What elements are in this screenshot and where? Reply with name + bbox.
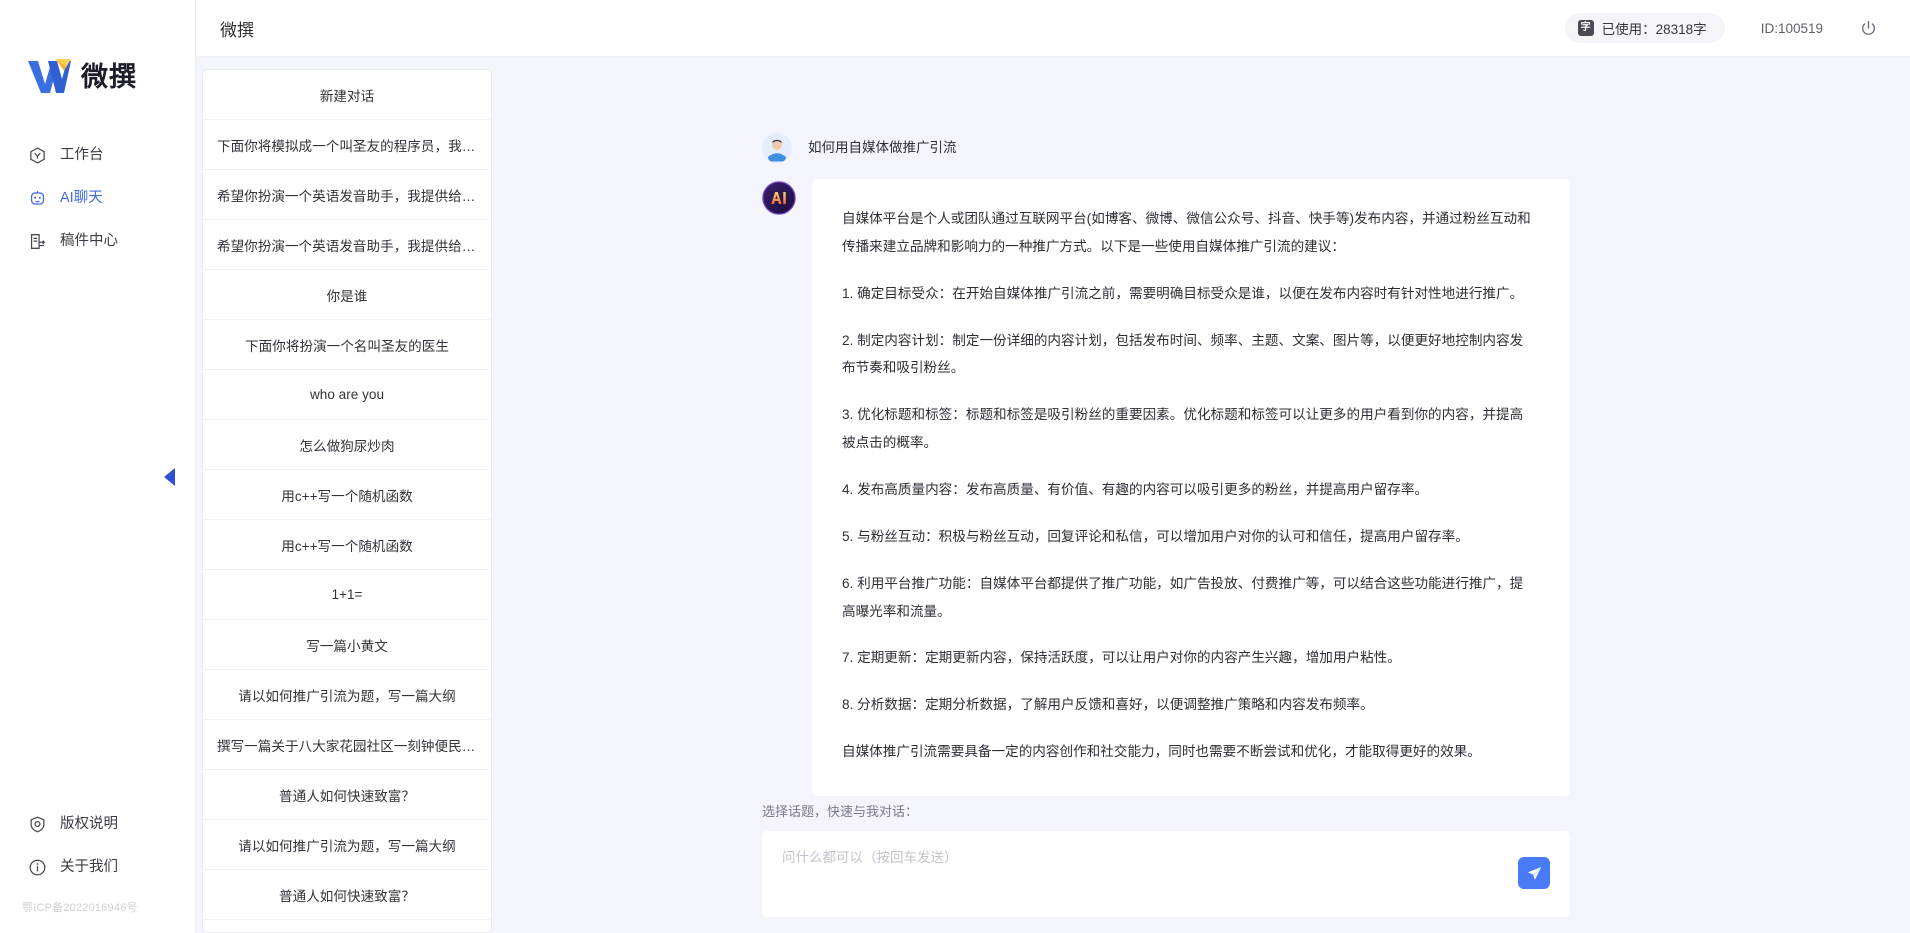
ai-paragraph: 5. 与粉丝互动：积极与粉丝互动，回复评论和私信，可以增加用户对你的认可和信任，… xyxy=(842,528,1469,544)
ai-paragraph: 8. 分析数据：定期分析数据，了解用户反馈和喜好，以便调整推广策略和内容发布频率… xyxy=(842,697,1374,713)
info-icon xyxy=(29,859,46,876)
conversation-item[interactable]: 写一篇小黄文 xyxy=(203,620,491,670)
conversation-item[interactable]: 用c++写一个随机函数 xyxy=(203,520,491,570)
conversation-item-label: 请以如何推广引流为题，写一篇大纲 xyxy=(238,688,456,704)
conversation-item-label: 怎么做狗尿炒肉 xyxy=(299,438,395,454)
sidebar-item-label: 版权说明 xyxy=(60,816,118,833)
conversation-item[interactable]: 希望你扮演一个英语发音助手，我提供给你... xyxy=(203,220,491,270)
workbench-icon xyxy=(30,147,45,164)
conversation-item-label: 下面你将扮演一个名叫圣友的医生 xyxy=(245,338,449,354)
message-input[interactable] xyxy=(782,847,1500,899)
conversation-item[interactable]: 希望你扮演一个英语发音助手，我提供给你... xyxy=(203,170,491,220)
sidebar-item-label: 工作台 xyxy=(60,147,104,164)
conversation-item-label: 撰写一篇关于八大家花园社区一刻钟便民生... xyxy=(217,738,477,754)
ai-message-bubble: 自媒体平台是个人或团队通过互联网平台(如博客、微博、微信公众号、抖音、快手等)发… xyxy=(812,179,1570,797)
document-edit-icon xyxy=(30,234,46,249)
conversation-item-label: 请以如何推广引流为题，写一篇大纲 xyxy=(238,838,456,854)
conversation-item[interactable]: 1+1= xyxy=(203,570,491,620)
conversation-item-label: 普通人如何快速致富？ xyxy=(279,888,415,904)
conversation-item[interactable]: 普通人如何快速致富？ xyxy=(203,870,491,920)
ai-paragraph: 1. 确定目标受众：在开始自媒体推广引流之前，需要明确目标受众是谁，以便在发布内… xyxy=(842,285,1524,301)
user-avatar-icon xyxy=(762,133,792,163)
ai-avatar-icon xyxy=(762,181,796,215)
w-logo-icon xyxy=(28,59,71,93)
conversation-item[interactable]: 下面你将扮演一个名叫圣友的医生 xyxy=(203,320,491,370)
power-icon[interactable] xyxy=(1859,19,1878,38)
conversation-item-label: 用c++写一个随机函数 xyxy=(281,488,413,504)
main-area: 微撰 字 已使用：28318字 ID:100519 新建对话 下面你将模拟成一个… xyxy=(196,0,1910,933)
brand-name: 微撰 xyxy=(81,61,137,92)
ai-paragraph: 7. 定期更新：定期更新内容，保持活跃度，可以让用户对你的内容产生兴趣，增加用户… xyxy=(842,650,1401,666)
user-message-text: 如何用自媒体做推广引流 xyxy=(808,140,957,155)
sidebar-item-label: 关于我们 xyxy=(60,859,118,876)
composer: 选择话题，快速与我对话： xyxy=(492,801,1910,933)
new-chat-label: 新建对话 xyxy=(319,88,375,104)
user-id: ID:100519 xyxy=(1760,20,1823,36)
sidebar-collapse-handle[interactable] xyxy=(161,464,179,490)
conversation-item[interactable]: 怎么做狗尿炒肉 xyxy=(203,420,491,470)
top-header: 微撰 字 已使用：28318字 ID:100519 xyxy=(196,0,1910,57)
conversation-item-label: 你是谁 xyxy=(326,288,368,304)
conversation-item[interactable]: 请以如何推广引流为题，写一篇大纲 xyxy=(203,670,491,720)
sidebar-item-ai-chat[interactable]: AI聊天 xyxy=(0,177,195,220)
conversation-item[interactable]: 请以如何推广引流为题，写一篇大纲 xyxy=(203,820,491,870)
conversation-item-label: 用c++写一个随机函数 xyxy=(281,538,413,554)
new-chat-button[interactable]: 新建对话 xyxy=(203,70,491,120)
ai-paragraph: 4. 发布高质量内容：发布高质量、有价值、有趣的内容可以吸引更多的粉丝，并提高用… xyxy=(842,482,1429,498)
shield-icon xyxy=(30,816,45,833)
conversation-item-label: 希望你扮演一个英语发音助手，我提供给你... xyxy=(217,188,477,204)
ai-paragraph: 自媒体推广引流需要具备一定的内容创作和社交能力，同时也需要不断尝试和优化，才能取… xyxy=(842,744,1481,760)
sidebar-item-copyright-notice[interactable]: 版权说明 xyxy=(0,803,195,846)
user-message-row: 如何用自媒体做推广引流 xyxy=(762,133,1570,163)
send-plane-icon xyxy=(1527,866,1541,880)
text-count-icon: 字 xyxy=(1577,20,1594,36)
ai-paragraph: 6. 利用平台推广功能：自媒体平台都提供了推广功能，如广告投放、付费推广等，可以… xyxy=(842,575,1524,619)
conversation-item-label: 普通人如何快速致富？ xyxy=(279,788,415,804)
icp-copyright: 鄂ICP备2022016946号 xyxy=(22,902,138,914)
send-button[interactable] xyxy=(1518,857,1550,889)
sidebar-item-manuscript-center[interactable]: 稿件中心 xyxy=(0,220,195,263)
chevron-left-icon xyxy=(164,468,175,486)
conversation-scroll[interactable]: 下面你将模拟成一个叫圣友的程序员，我说... 希望你扮演一个英语发音助手，我提供给… xyxy=(203,120,491,932)
conversation-item[interactable]: 普通人如何快速致富？ xyxy=(203,770,491,820)
conversation-item[interactable]: who are you xyxy=(203,370,491,420)
ai-paragraph: 自媒体平台是个人或团队通过互联网平台(如博客、微博、微信公众号、抖音、快手等)发… xyxy=(842,211,1531,254)
chat-column: 如何用自媒体做推广引流 自媒体平台是个人或团队通过互联网平台(如博客、微博、微信… xyxy=(492,69,1910,933)
usage-label: 已使用：28318字 xyxy=(1601,22,1707,37)
conversation-panel: 新建对话 下面你将模拟成一个叫圣友的程序员，我说... 希望你扮演一个英语发音助手… xyxy=(202,69,492,933)
ai-paragraph: 3. 优化标题和标签：标题和标签是吸引粉丝的重要因素。优化标题和标签可以让更多的… xyxy=(842,407,1524,451)
conversation-item-label: 写一篇小黄文 xyxy=(306,638,388,654)
sidebar-item-label: AI聊天 xyxy=(60,190,103,207)
secondary-nav: 版权说明 关于我们 鄂ICP备2022016946号 xyxy=(0,803,195,933)
brand: 微撰 xyxy=(0,0,195,118)
chat-scroll[interactable]: 如何用自媒体做推广引流 自媒体平台是个人或团队通过互联网平台(如博客、微博、微信… xyxy=(492,69,1910,801)
sidebar-item-label: 稿件中心 xyxy=(60,233,118,250)
header-actions: 字 已使用：28318字 ID:100519 xyxy=(1564,13,1878,43)
primary-nav: 工作台 AI聊天 稿件中心 xyxy=(0,118,195,263)
sidebar-item-about-us[interactable]: 关于我们 xyxy=(0,846,195,889)
conversation-list-column: 新建对话 下面你将模拟成一个叫圣友的程序员，我说... 希望你扮演一个英语发音助手… xyxy=(196,69,492,933)
app-root: 微撰 工作台 AI聊天 稿件中心 版权说明 关于我们 鄂ICP备20220169… xyxy=(0,0,1910,933)
composer-hint: 选择话题，快速与我对话： xyxy=(762,804,919,819)
conversation-item[interactable]: 下面你将模拟成一个叫圣友的程序员，我说... xyxy=(203,120,491,170)
conversation-item-label: 1+1= xyxy=(331,587,363,602)
conversation-item[interactable]: 你是谁 xyxy=(203,270,491,320)
robot-icon xyxy=(30,190,45,205)
composer-box xyxy=(762,831,1570,917)
conversation-item-label: who are you xyxy=(309,387,385,402)
conversation-item-label: 希望你扮演一个英语发音助手，我提供给你... xyxy=(217,238,477,254)
conversation-item-label: 下面你将模拟成一个叫圣友的程序员，我说... xyxy=(217,138,477,154)
ai-message-row: 自媒体平台是个人或团队通过互联网平台(如博客、微博、微信公众号、抖音、快手等)发… xyxy=(762,179,1570,797)
ai-paragraph: 2. 制定内容计划：制定一份详细的内容计划，包括发布时间、频率、主题、文案、图片… xyxy=(842,332,1524,376)
conversation-item[interactable]: 撰写一篇关于八大家花园社区一刻钟便民生... xyxy=(203,720,491,770)
usage-chip[interactable]: 字 已使用：28318字 xyxy=(1564,13,1725,43)
page-title: 微撰 xyxy=(220,20,254,40)
sidebar-item-workbench[interactable]: 工作台 xyxy=(0,134,195,177)
conversation-item[interactable]: 用c++写一个随机函数 xyxy=(203,470,491,520)
body-split: 新建对话 下面你将模拟成一个叫圣友的程序员，我说... 希望你扮演一个英语发音助手… xyxy=(196,57,1910,933)
